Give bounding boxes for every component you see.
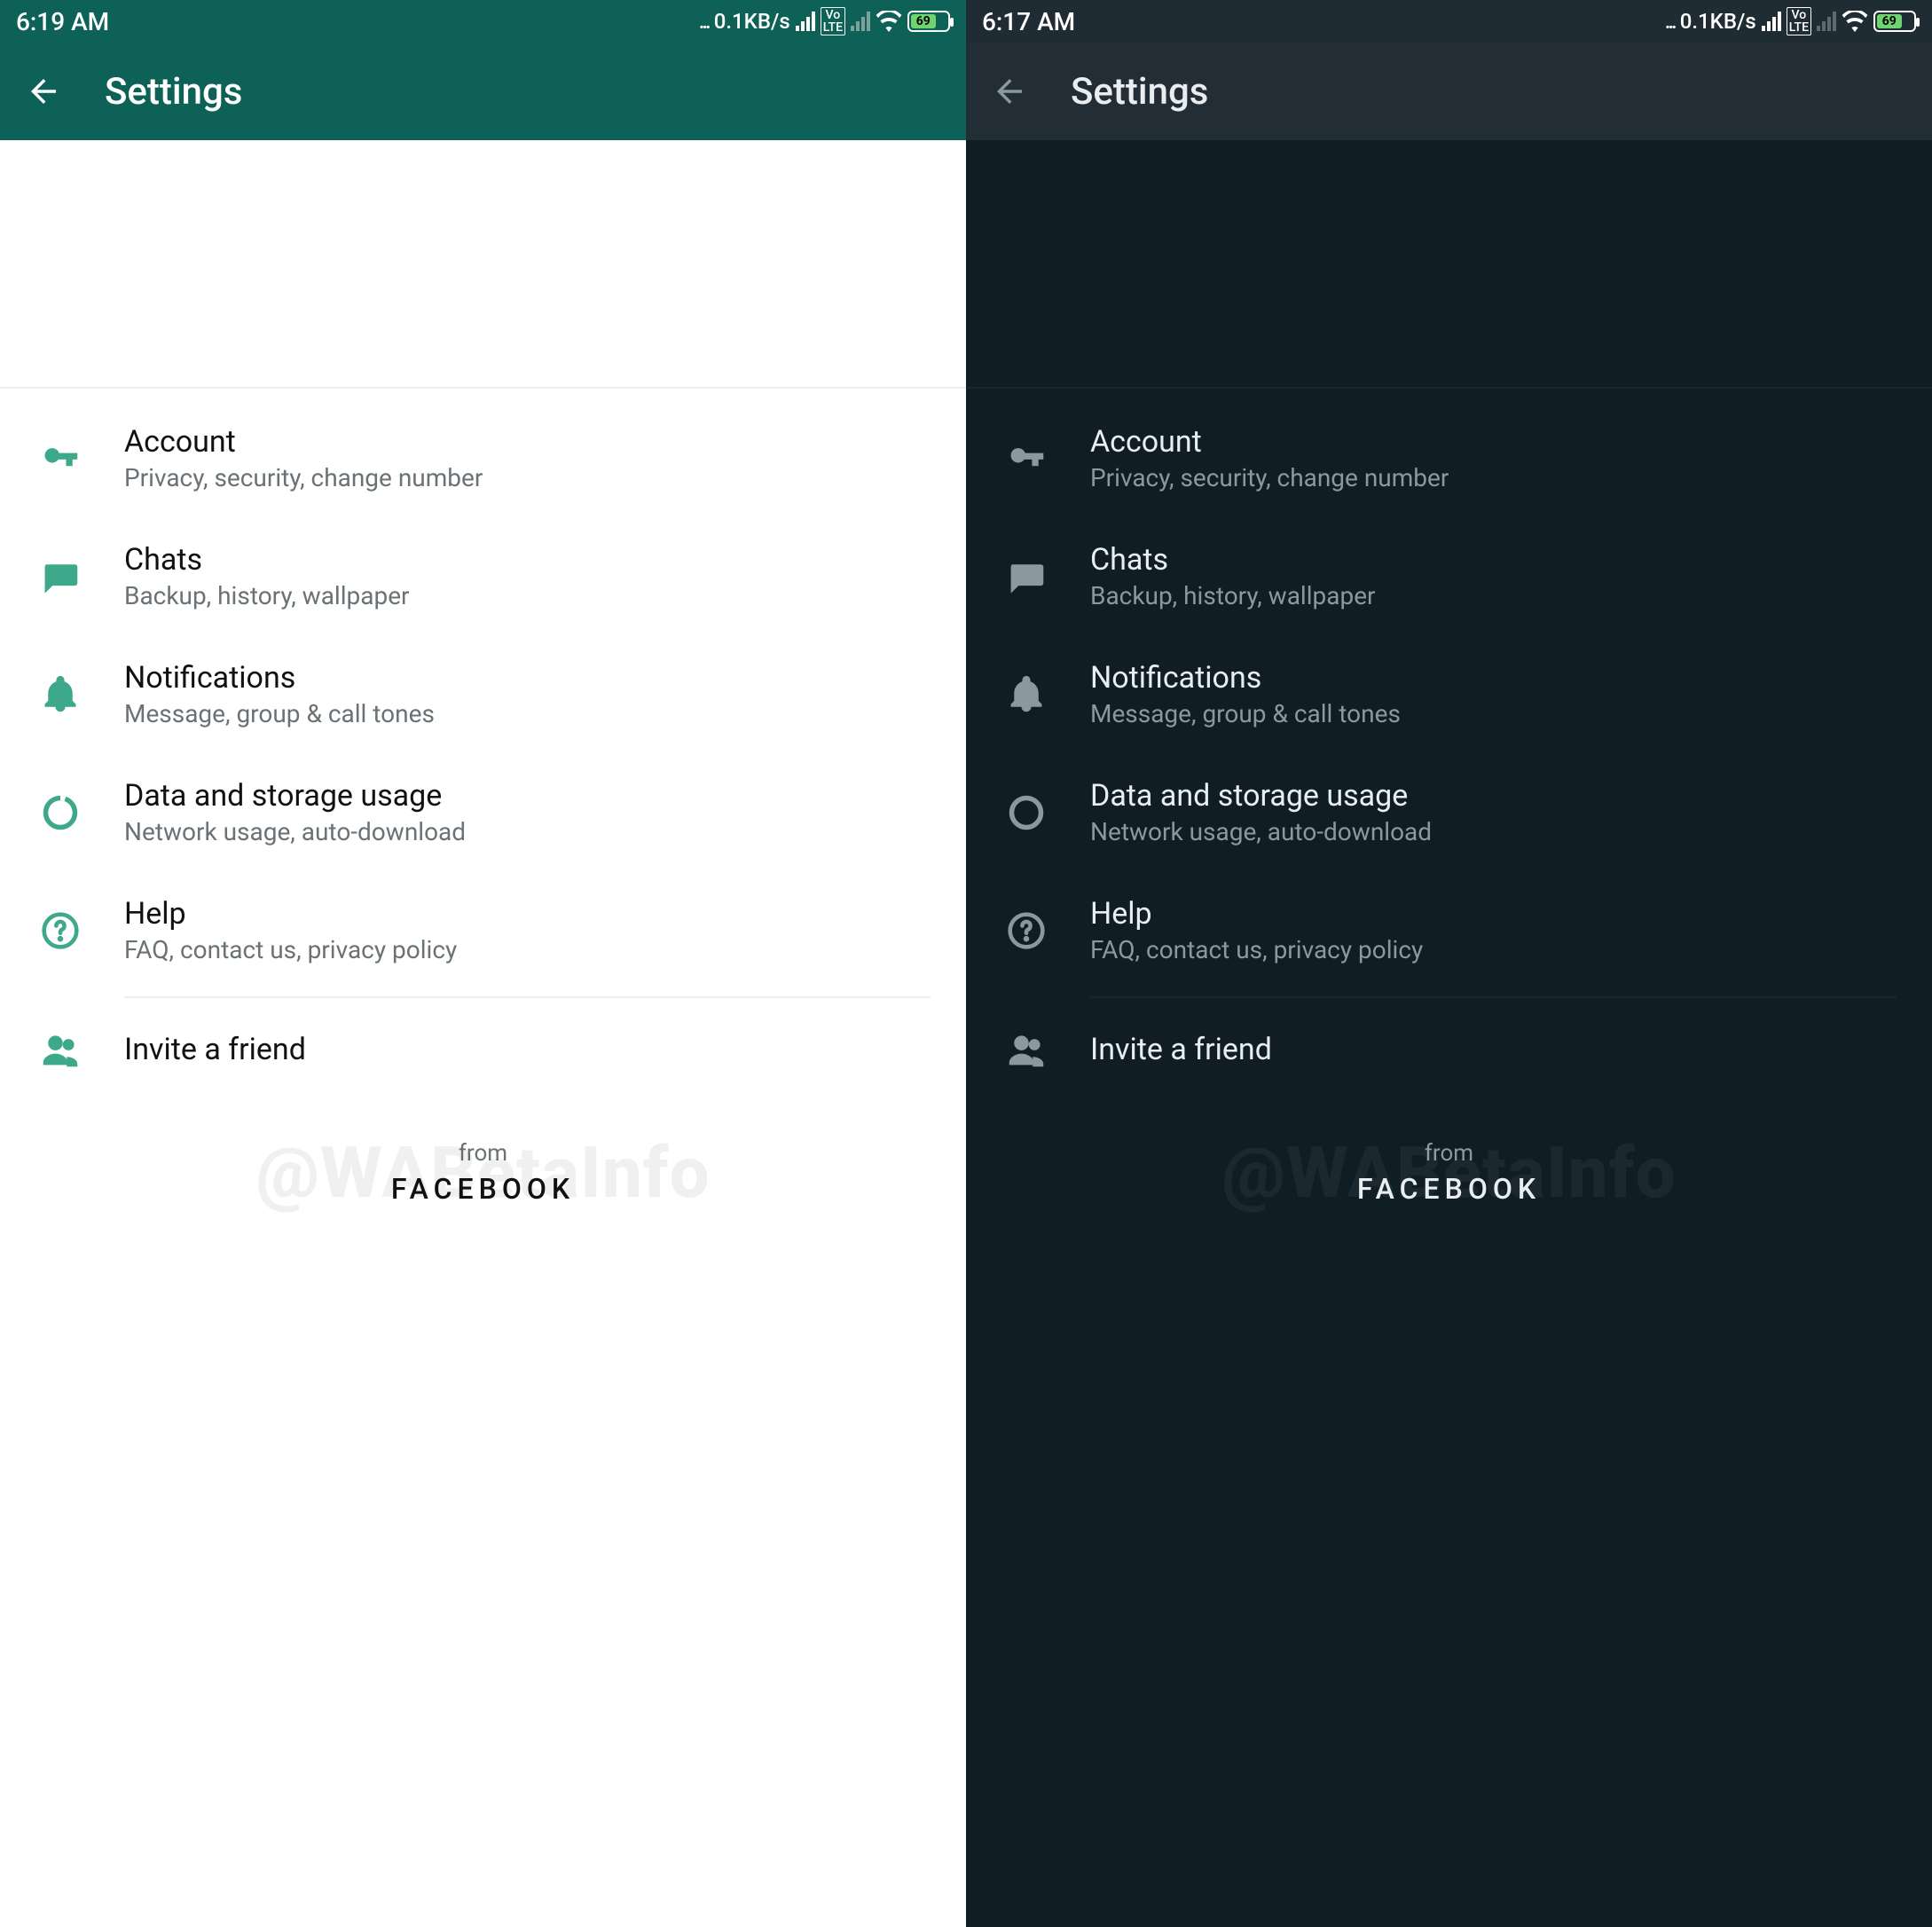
status-bar: 6:17 AM ... 0.1KB/s VoLTE 69	[966, 0, 1932, 43]
chat-icon	[1001, 557, 1051, 596]
footer-from: from	[0, 1140, 966, 1167]
footer: @WABetaInfo from FACEBOOK	[966, 1140, 1932, 1206]
settings-screen-light: 6:19 AM ... 0.1KB/s VoLTE 69 Settings Ac…	[0, 0, 966, 1927]
settings-item-help[interactable]: Help FAQ, contact us, privacy policy	[0, 871, 966, 989]
item-title: Account	[124, 424, 483, 460]
item-title: Chats	[1090, 542, 1376, 578]
volte-icon: VoLTE	[1787, 7, 1811, 35]
page-title: Settings	[105, 70, 242, 114]
settings-item-chats[interactable]: Chats Backup, history, wallpaper	[0, 517, 966, 635]
settings-screen-dark: 6:17 AM ... 0.1KB/s VoLTE 69 Settings Ac…	[966, 0, 1932, 1927]
people-icon	[35, 1030, 85, 1069]
item-subtitle: FAQ, contact us, privacy policy	[1090, 935, 1423, 964]
key-icon	[1001, 439, 1051, 478]
settings-item-notifications[interactable]: Notifications Message, group & call tones	[0, 635, 966, 753]
item-title: Account	[1090, 424, 1449, 460]
footer: @WABetaInfo from FACEBOOK	[0, 1140, 966, 1206]
settings-item-account[interactable]: Account Privacy, security, change number	[966, 399, 1932, 517]
profile-section[interactable]	[966, 140, 1932, 389]
item-title: Notifications	[124, 660, 435, 696]
settings-item-notifications[interactable]: Notifications Message, group & call tones	[966, 635, 1932, 753]
item-subtitle: Backup, history, wallpaper	[1090, 581, 1376, 610]
settings-item-help[interactable]: Help FAQ, contact us, privacy policy	[966, 871, 1932, 989]
item-subtitle: Message, group & call tones	[124, 699, 435, 728]
footer-brand: FACEBOOK	[966, 1172, 1932, 1206]
battery-icon: 69	[1873, 11, 1916, 32]
wifi-icon	[876, 11, 902, 32]
item-subtitle: Network usage, auto-download	[1090, 817, 1432, 846]
volte-icon: VoLTE	[821, 7, 845, 35]
signal-icon	[796, 12, 815, 31]
item-title: Help	[124, 896, 457, 932]
status-right: ... 0.1KB/s VoLTE 69	[1665, 7, 1916, 35]
item-title: Notifications	[1090, 660, 1401, 696]
item-subtitle: Message, group & call tones	[1090, 699, 1401, 728]
data-usage-icon	[35, 793, 85, 832]
people-icon	[1001, 1030, 1051, 1069]
item-title: Help	[1090, 896, 1423, 932]
page-title: Settings	[1071, 70, 1208, 114]
item-title: Data and storage usage	[124, 778, 466, 814]
settings-list: AccountPrivacy, security, change number …	[0, 389, 966, 1105]
signal-icon	[1817, 12, 1836, 31]
signal-icon	[851, 12, 870, 31]
item-title: Chats	[124, 542, 410, 578]
settings-item-invite[interactable]: Invite a friend	[966, 1005, 1932, 1094]
status-time: 6:19 AM	[16, 7, 109, 36]
settings-item-invite[interactable]: Invite a friend	[0, 1005, 966, 1094]
battery-icon: 69	[907, 11, 950, 32]
settings-item-account[interactable]: Account Privacy, security, change number	[0, 399, 966, 517]
status-bar: 6:19 AM ... 0.1KB/s VoLTE 69	[0, 0, 966, 43]
back-icon[interactable]	[25, 73, 62, 110]
signal-icon	[1762, 12, 1781, 31]
item-subtitle: FAQ, contact us, privacy policy	[124, 935, 457, 964]
settings-item-data[interactable]: Data and storage usage Network usage, aut…	[0, 753, 966, 871]
footer-brand: FACEBOOK	[0, 1172, 966, 1206]
item-title: Invite a friend	[1090, 1032, 1272, 1067]
data-usage-icon	[1001, 793, 1051, 832]
item-subtitle: Network usage, auto-download	[124, 817, 466, 846]
status-net: 0.1KB/s	[1680, 9, 1756, 34]
status-time: 6:17 AM	[982, 7, 1075, 36]
help-icon	[35, 911, 85, 950]
bell-icon	[1001, 675, 1051, 714]
back-icon[interactable]	[991, 73, 1028, 110]
profile-section[interactable]	[0, 140, 966, 389]
app-bar: Settings	[966, 43, 1932, 140]
divider	[124, 996, 931, 998]
settings-item-data[interactable]: Data and storage usage Network usage, aut…	[966, 753, 1932, 871]
item-title: Data and storage usage	[1090, 778, 1432, 814]
item-title: Invite a friend	[124, 1032, 306, 1067]
footer-from: from	[966, 1140, 1932, 1167]
item-subtitle: Privacy, security, change number	[124, 463, 483, 492]
wifi-icon	[1842, 11, 1868, 32]
help-icon	[1001, 911, 1051, 950]
app-bar: Settings	[0, 43, 966, 140]
key-icon	[35, 439, 85, 478]
status-right: ... 0.1KB/s VoLTE 69	[699, 7, 950, 35]
item-subtitle: Privacy, security, change number	[1090, 463, 1449, 492]
bell-icon	[35, 675, 85, 714]
item-subtitle: Backup, history, wallpaper	[124, 581, 410, 610]
chat-icon	[35, 557, 85, 596]
divider	[1090, 996, 1897, 998]
settings-list: AccountPrivacy, security, change number …	[966, 389, 1932, 1105]
settings-item-chats[interactable]: Chats Backup, history, wallpaper	[966, 517, 1932, 635]
status-net: 0.1KB/s	[714, 9, 790, 34]
